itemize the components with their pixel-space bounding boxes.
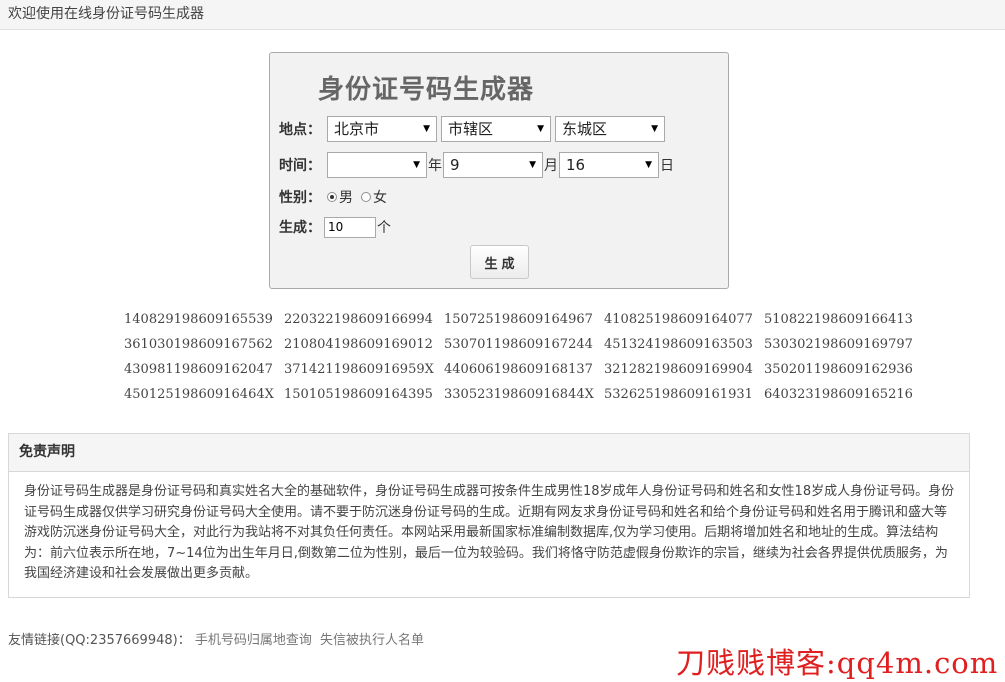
count-label: 生成： — [279, 220, 321, 236]
id-number-item: 440606198609168137 — [444, 362, 593, 377]
year-unit: 年 — [428, 158, 442, 174]
province-select[interactable]: 北京市 ▼ — [327, 116, 437, 142]
id-number-item: 350201198609162936 — [764, 362, 913, 377]
location-label: 地点： — [279, 122, 321, 138]
id-number-item: 451324198609163503 — [604, 337, 753, 352]
id-number-item: 37142119860916959X — [284, 362, 434, 377]
generator-title: 身份证号码生成器 — [318, 75, 535, 105]
id-number-item: 150725198609164967 — [444, 312, 593, 327]
id-number-item: 33052319860916844X — [444, 387, 594, 402]
dishonest-list-link[interactable]: 失信被执行人名单 — [320, 633, 424, 648]
day-select[interactable]: 16 ▼ — [559, 152, 659, 178]
friend-links: 友情链接(QQ:2357669948)： 手机号码归属地查询 失信被执行人名单 — [8, 629, 428, 648]
welcome-text: 欢迎使用在线身份证号码生成器 — [8, 6, 204, 22]
gender-label: 性别： — [279, 190, 321, 206]
id-number-item: 532625198609161931 — [604, 387, 753, 402]
month-unit: 月 — [544, 158, 558, 174]
id-number-item: 361030198609167562 — [124, 337, 273, 352]
day-unit: 日 — [660, 158, 674, 174]
id-number-item: 150105198609164395 — [284, 387, 433, 402]
chevron-down-icon: ▼ — [529, 160, 536, 170]
year-select[interactable]: ▼ — [327, 152, 427, 178]
district-select[interactable]: 东城区 ▼ — [555, 116, 665, 142]
id-number-item: 220322198609166994 — [284, 312, 433, 327]
female-radio[interactable] — [361, 192, 371, 202]
location-row: 地点： 北京市 ▼ 市辖区 ▼ 东城区 ▼ — [279, 116, 665, 142]
id-number-item: 45012519860916464X — [124, 387, 274, 402]
top-bar: 欢迎使用在线身份证号码生成器 — [0, 0, 1005, 30]
gender-row: 性别： 男 女 — [279, 184, 395, 210]
id-number-item: 430981198609162047 — [124, 362, 273, 377]
city-select[interactable]: 市辖区 ▼ — [441, 116, 551, 142]
male-radio[interactable] — [327, 192, 337, 202]
id-number-item: 210804198609169012 — [284, 337, 433, 352]
count-row: 生成： 个 — [279, 214, 392, 240]
chevron-down-icon: ▼ — [537, 124, 544, 134]
chevron-down-icon: ▼ — [413, 160, 420, 170]
phone-location-link[interactable]: 手机号码归属地查询 — [195, 633, 312, 648]
disclaimer-title: 免责声明 — [9, 434, 969, 472]
month-select[interactable]: 9 ▼ — [443, 152, 543, 178]
id-number-item: 640323198609165216 — [764, 387, 913, 402]
id-number-item: 510822198609166413 — [764, 312, 913, 327]
id-number-item: 530302198609169797 — [764, 337, 913, 352]
generate-button[interactable]: 生成 — [470, 245, 529, 279]
id-number-item: 410825198609164077 — [604, 312, 753, 327]
chevron-down-icon: ▼ — [651, 124, 658, 134]
generator-panel: 身份证号码生成器 地点： 北京市 ▼ 市辖区 ▼ 东城区 ▼ 时间： ▼ 年 9… — [269, 52, 729, 289]
disclaimer-text: 身份证号码生成器是身份证号码和真实姓名大全的基础软件，身份证号码生成器可按条件生… — [24, 484, 955, 581]
id-number-item: 321282198609169904 — [604, 362, 753, 377]
count-unit: 个 — [377, 220, 391, 236]
female-radio-label[interactable]: 女 — [373, 187, 387, 207]
time-row: 时间： ▼ 年 9 ▼ 月 16 ▼ 日 — [279, 152, 675, 178]
chevron-down-icon: ▼ — [645, 160, 652, 170]
id-number-item: 530701198609167244 — [444, 337, 593, 352]
disclaimer-box: 免责声明 身份证号码生成器是身份证号码和真实姓名大全的基础软件，身份证号码生成器… — [8, 433, 970, 598]
chevron-down-icon: ▼ — [423, 124, 430, 134]
male-radio-label[interactable]: 男 — [339, 187, 353, 207]
id-number-item: 140829198609165539 — [124, 312, 273, 327]
count-input[interactable] — [324, 216, 376, 238]
results-grid: 140829198609165539 220322198609166994 1507… — [124, 309, 924, 409]
time-label: 时间： — [279, 158, 321, 174]
friend-links-label: 友情链接(QQ:2357669948)： — [8, 633, 191, 648]
